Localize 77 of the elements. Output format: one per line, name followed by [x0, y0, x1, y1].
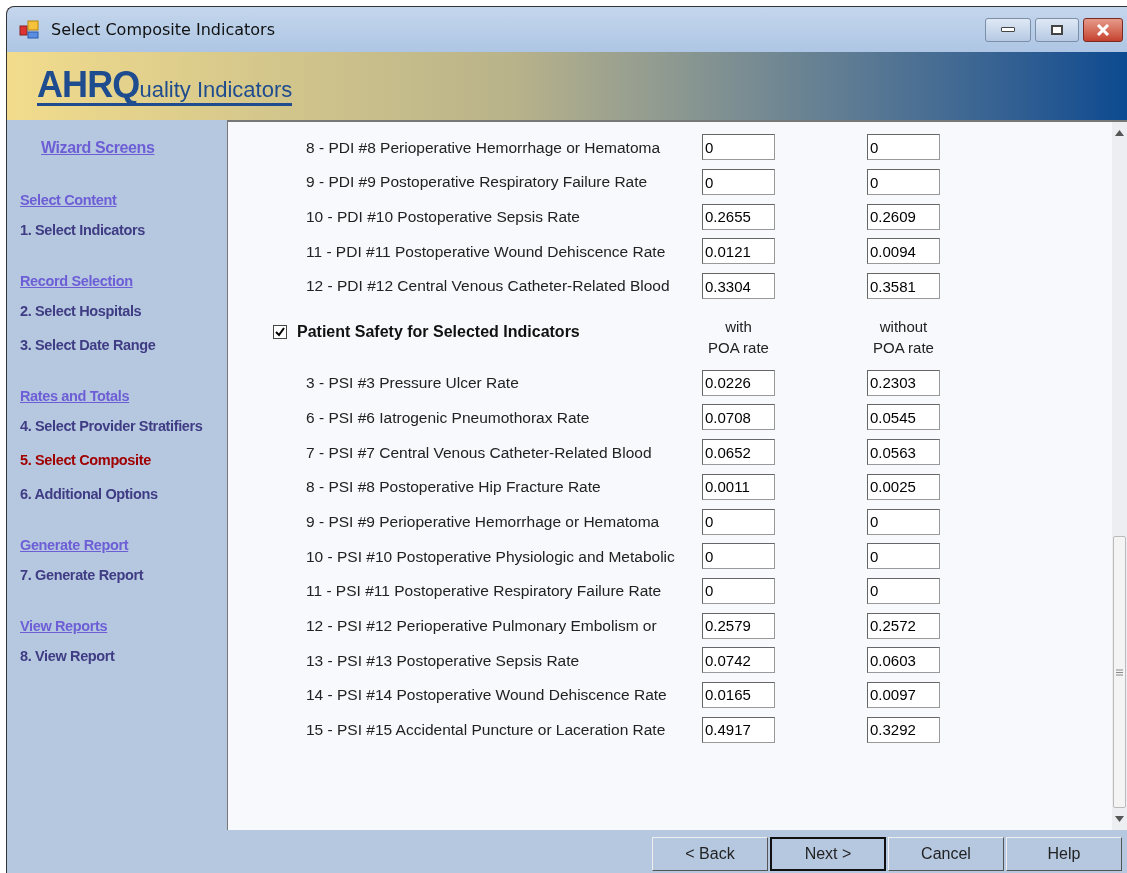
- wizard-step[interactable]: 2. Select Hospitals: [20, 298, 227, 332]
- indicator-label: 11 - PSI #11 Postoperative Respiratory Failure Rate: [305, 581, 663, 602]
- wizard-step[interactable]: 7. Generate Report: [20, 562, 227, 596]
- indicator-label: 15 - PSI #15 Accidental Puncture or Laceration Rate: [305, 720, 667, 741]
- rate-field[interactable]: 0: [702, 577, 775, 604]
- wizard-button[interactable]: Cancel: [888, 837, 1004, 871]
- indicator-label: 3 - PSI #3 Pressure Ulcer Rate: [305, 373, 520, 394]
- rate-field[interactable]: 0: [867, 543, 940, 570]
- rate-field[interactable]: 0.0097: [867, 681, 940, 708]
- indicator-label: 9 - PDI #9 Postoperative Respiratory Failure Rate: [305, 172, 649, 193]
- indicator-label: 10 - PSI #10 Postoperative Physiologic and Metabolic: [305, 546, 676, 567]
- wizard-button[interactable]: Help: [1006, 837, 1122, 871]
- scrollbar[interactable]: [1112, 122, 1127, 830]
- rate-field[interactable]: 0.2609: [867, 203, 940, 230]
- rate-field[interactable]: 0: [702, 508, 775, 535]
- indicator-label: 11 - PDI #11 Postoperative Wound Dehiscence Rate: [305, 241, 667, 262]
- column-header: with POA rate: [707, 317, 770, 359]
- rate-field[interactable]: 0.2655: [702, 203, 775, 230]
- close-button[interactable]: [1083, 17, 1123, 42]
- indicator-label: 14 - PSI #14 Postoperative Wound Dehiscence Rate: [305, 685, 668, 706]
- wizard-step[interactable]: 5. Select Composite: [20, 447, 227, 481]
- scroll-down-icon[interactable]: [1115, 816, 1124, 822]
- check-icon: [275, 327, 285, 338]
- indicator-label: 12 - PDI #12 Central Venous Catheter-Related Blood: [305, 276, 671, 297]
- logo: AHRQuality Indicators: [37, 66, 293, 106]
- rate-field[interactable]: 0.0025: [867, 473, 940, 500]
- app-icon: [19, 19, 41, 40]
- section-title: Patient Safety for Selected Indicators: [297, 322, 580, 343]
- rate-field[interactable]: 0.0603: [867, 647, 940, 674]
- rate-field[interactable]: 0.0011: [702, 473, 775, 500]
- indicator-label: 9 - PSI #9 Perioperative Hemorrhage or Hematoma: [305, 511, 661, 532]
- rate-field[interactable]: 0.0708: [702, 404, 775, 431]
- rate-field[interactable]: 0.4917: [702, 716, 775, 743]
- indicator-label: 8 - PDI #8 Perioperative Hemorrhage or Hematoma: [305, 137, 662, 158]
- rate-field[interactable]: 0.0121: [702, 238, 775, 265]
- column-header: without POA rate: [872, 317, 935, 359]
- wizard-step[interactable]: 1. Select Indicators: [20, 217, 227, 251]
- rate-field[interactable]: 0.0226: [702, 369, 775, 396]
- scroll-thumb[interactable]: [1113, 536, 1126, 808]
- rate-field[interactable]: 0.0652: [702, 439, 775, 466]
- checkbox[interactable]: [273, 325, 287, 340]
- rate-field[interactable]: 0: [702, 134, 775, 161]
- indicator-label: 12 - PSI #12 Perioperative Pulmonary Embolism or: [305, 615, 658, 636]
- wizard-step[interactable]: 8. View Report: [20, 643, 227, 677]
- indicator-label: 7 - PSI #7 Central Venous Catheter-Related Blood: [305, 442, 653, 463]
- indicator-label: 8 - PSI #8 Postoperative Hip Fracture Rate: [305, 477, 602, 498]
- minimize-button[interactable]: [985, 17, 1031, 42]
- rate-field[interactable]: 0: [867, 508, 940, 535]
- rate-field[interactable]: 0.0742: [702, 647, 775, 674]
- rate-field[interactable]: 0: [702, 543, 775, 570]
- wizard-step[interactable]: 3. Select Date Range: [20, 332, 227, 366]
- rate-field[interactable]: 0.3292: [867, 716, 940, 743]
- scroll-up-icon[interactable]: [1115, 130, 1124, 136]
- rate-field[interactable]: 0.3581: [867, 273, 940, 300]
- rate-field[interactable]: 0: [867, 577, 940, 604]
- rate-field[interactable]: 0: [867, 169, 940, 196]
- wizard-step[interactable]: 4. Select Provider Stratifiers: [20, 413, 227, 447]
- indicator-label: 10 - PDI #10 Postoperative Sepsis Rate: [305, 207, 581, 228]
- rate-field[interactable]: 0.2579: [702, 612, 775, 639]
- close-icon: [1096, 23, 1110, 36]
- rate-field[interactable]: 0.0545: [867, 404, 940, 431]
- rate-field[interactable]: 0.0094: [867, 238, 940, 265]
- rate-field[interactable]: 0: [867, 134, 940, 161]
- window-title: Select Composite Indicators: [51, 18, 275, 41]
- indicator-label: 13 - PSI #13 Postoperative Sepsis Rate: [305, 650, 581, 671]
- rate-field[interactable]: 0.2303: [867, 369, 940, 396]
- indicator-label: 6 - PSI #6 Iatrogenic Pneumothorax Rate: [305, 407, 591, 428]
- wizard-button[interactable]: < Back: [652, 837, 768, 871]
- rate-field[interactable]: 0.2572: [867, 612, 940, 639]
- rate-field[interactable]: 0.0563: [867, 439, 940, 466]
- rate-field[interactable]: 0.3304: [702, 273, 775, 300]
- grip-icon: [1116, 668, 1123, 676]
- wizard-button[interactable]: Next >: [770, 837, 886, 871]
- rate-field[interactable]: 0: [702, 169, 775, 196]
- rate-field[interactable]: 0.0165: [702, 681, 775, 708]
- wizard-step[interactable]: 6. Additional Options: [20, 481, 227, 515]
- maximize-button[interactable]: [1035, 17, 1079, 42]
